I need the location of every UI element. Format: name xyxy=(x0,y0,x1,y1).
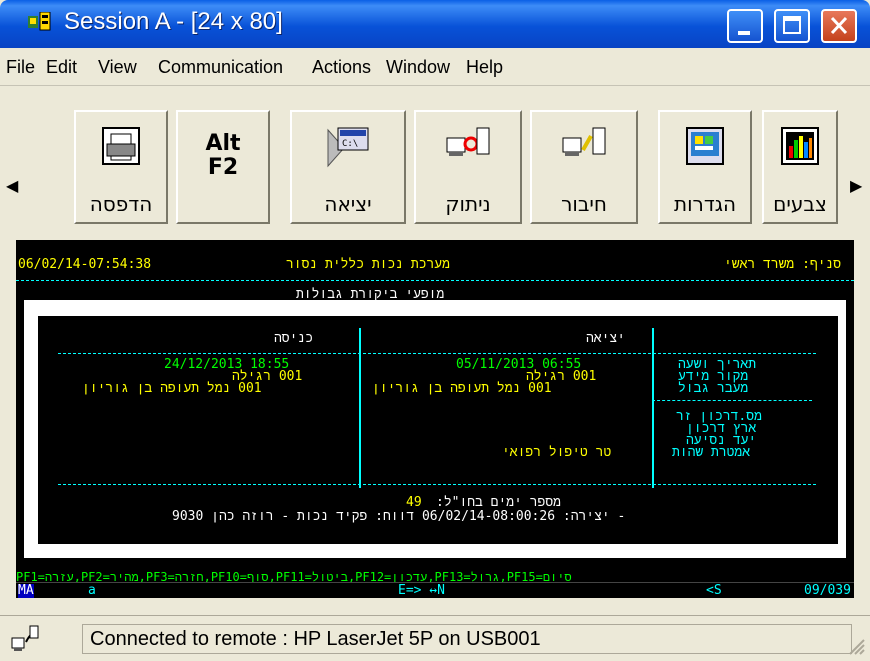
connect-button[interactable]: חיבור xyxy=(530,110,638,224)
connect-label: חיבור xyxy=(561,192,607,216)
settings-label: הגדרות xyxy=(673,192,737,216)
close-icon xyxy=(830,16,848,35)
scroll-right-icon[interactable]: ▶ xyxy=(850,176,862,195)
window-title: Session A - [24 x 80] xyxy=(64,8,283,35)
svg-text:C:\: C:\ xyxy=(342,139,358,149)
col-exit-header: יציאה xyxy=(586,331,626,346)
network-connection-icon xyxy=(8,624,42,654)
label-stay-purpose: אמטרת שהות xyxy=(672,445,751,460)
toolbar: ◀ הדפסה Alt F2 C:\ יציאה ניתוק חיבור הגד… xyxy=(0,86,870,238)
menu-help[interactable]: Help xyxy=(466,57,503,78)
exit-label: יציאה xyxy=(324,192,372,216)
oia-indicator: a xyxy=(88,583,96,598)
colors-icon xyxy=(781,127,819,165)
disconnect-label: ניתוק xyxy=(445,192,491,216)
print-label: הדפסה xyxy=(89,192,153,216)
oia-status-line: MA a E=> ↔N <S 09/039 xyxy=(16,582,854,598)
cursor-position: 09/039 xyxy=(804,583,851,598)
exit-button[interactable]: C:\ יציאה xyxy=(290,110,406,224)
menu-window[interactable]: Window xyxy=(386,57,450,78)
header-branch: סניף: משרד ראשי xyxy=(724,257,842,272)
days-abroad-value: 49 xyxy=(406,495,422,510)
minimize-button[interactable] xyxy=(727,9,763,43)
resize-grip-icon[interactable] xyxy=(846,636,866,656)
menu-communication[interactable]: Communication xyxy=(158,57,283,78)
minimize-icon xyxy=(738,31,750,35)
exit-icon: C:\ xyxy=(327,127,369,168)
exit-crossing: 001 נמל תעופה בן גוריון xyxy=(372,381,552,396)
oia-input-mode: E=> ↔N xyxy=(398,583,445,598)
screen-subtitle: בקורת גבולות - ממתין לתוקף xyxy=(278,301,481,316)
disconnect-icon xyxy=(446,127,490,156)
scroll-left-icon[interactable]: ◀ xyxy=(6,176,18,195)
app-icon[interactable] xyxy=(28,11,54,34)
settings-button[interactable]: הגדרות xyxy=(658,110,752,224)
maximize-button[interactable] xyxy=(774,9,810,43)
terminal-screen[interactable]: 06/02/14-07:54:38 מערכת נכות כללית נסור … xyxy=(16,240,854,598)
menu-view[interactable]: View xyxy=(98,57,137,78)
settings-icon xyxy=(686,127,724,165)
colors-label: צבעים xyxy=(773,192,827,216)
header-datetime: 06/02/14-07:54:38 xyxy=(18,257,152,272)
menu-actions[interactable]: Actions xyxy=(312,57,371,78)
entry-crossing: 001 נמל תעופה בן גוריון xyxy=(82,381,262,396)
colors-button[interactable]: צבעים xyxy=(762,110,838,224)
divider xyxy=(16,280,854,281)
maximize-icon xyxy=(783,16,801,34)
alt-f2-button[interactable]: Alt F2 xyxy=(176,110,270,224)
disconnect-button[interactable]: ניתוק xyxy=(414,110,522,224)
label-crossing: מעבר גבול xyxy=(678,381,749,396)
status-text: Connected to remote : HP LaserJet 5P on … xyxy=(90,628,541,650)
oia-mode: MA xyxy=(18,583,34,598)
close-button[interactable] xyxy=(821,9,857,43)
days-abroad-label: מספר ימים בחו"ל: xyxy=(436,495,561,510)
menu-file[interactable]: File xyxy=(6,57,35,78)
oia-direction: <S xyxy=(706,583,722,598)
f2-label: F2 xyxy=(207,155,239,180)
stay-purpose-value: טר טיפול רפואי xyxy=(502,445,612,460)
header-system-name: מערכת נכות כללית נסור xyxy=(286,257,450,272)
created-line: - יצירה: 06/02/14-08:00:26 דווח: פקיד נכ… xyxy=(172,509,626,524)
menu-bar: File Edit View Communication Actions Win… xyxy=(0,48,870,86)
menu-edit[interactable]: Edit xyxy=(46,57,77,78)
col-entry-header: כניסה xyxy=(274,331,314,346)
printer-icon xyxy=(102,127,140,165)
alt-label: Alt xyxy=(205,131,241,156)
connect-icon xyxy=(562,127,606,156)
screen-title: מופעי ביקורת גבולות xyxy=(296,287,445,302)
print-button[interactable]: הדפסה xyxy=(74,110,168,224)
